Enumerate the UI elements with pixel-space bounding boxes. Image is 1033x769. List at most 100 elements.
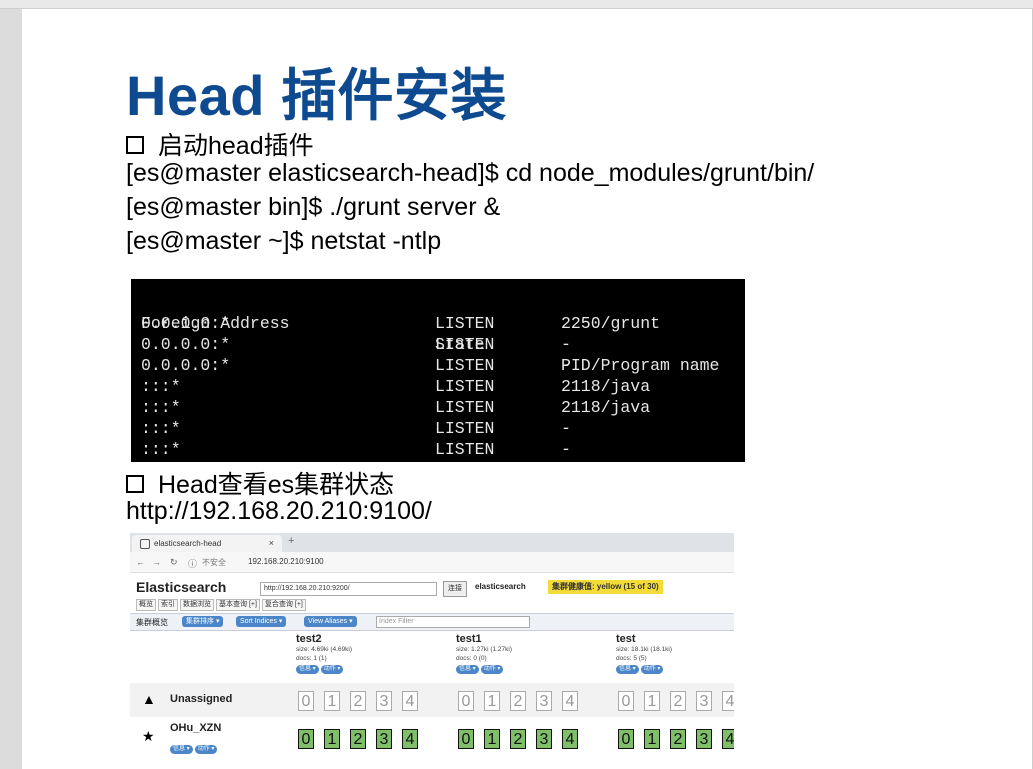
assigned-shard[interactable]: 2 [350,729,366,749]
index-info-button[interactable]: 信息 ▾ [616,665,639,674]
unassigned-shard[interactable]: 0 [458,691,474,711]
tab-basic-query[interactable]: 基本查询 [+] [216,599,260,611]
cluster-health-badge: 集群健康值: yellow (15 of 30) [548,580,663,594]
unassigned-shard[interactable]: 3 [696,691,712,711]
connect-url-input[interactable]: http://192.168.20.210:9200/ [260,582,437,596]
head-url: http://192.168.20.210:9100/ [126,497,432,525]
cluster-name: elasticsearch [475,582,526,591]
node-action-button[interactable]: 动作 ▾ [194,745,218,754]
unassigned-shard[interactable]: 3 [376,691,392,711]
unassigned-shard[interactable]: 2 [350,691,366,711]
tab-title: elasticsearch-head [154,539,222,548]
checkbox-square-icon [126,136,144,154]
index-size: size: 18.1ki (18.1ki) [616,646,672,653]
new-tab-button[interactable]: + [288,535,294,547]
index-action-button[interactable]: 动作 ▾ [480,665,504,674]
index-name: test [616,633,636,645]
command-line: [es@master bin]$ ./grunt server & [126,193,501,221]
app-title: Elasticsearch [136,579,227,595]
index-filter-input[interactable]: Index Filter [376,616,530,628]
browser-tab-strip: elasticsearch-head × + [130,533,734,552]
back-icon[interactable]: ← [136,557,145,567]
favicon-icon [140,539,150,549]
index-info-button[interactable]: 信息 ▾ [296,665,319,674]
assigned-shard[interactable]: 3 [696,729,712,749]
col-pid-program: PID/Program name [561,356,720,375]
reload-icon[interactable]: ↻ [170,557,178,568]
insecure-label: 不安全 [202,558,226,567]
nav-tabs: 概览 索引 数据浏览 基本查询 [+] 复合查询 [+] [136,599,308,611]
bullet-text: 启动head插件 [158,132,314,160]
unassigned-shard[interactable]: 4 [562,691,578,711]
node-info-button[interactable]: 信息 ▾ [170,745,193,754]
index-name: test2 [296,633,322,645]
bullet-start-head: 启动head插件 [126,126,314,162]
warning-icon: ▲ [142,691,156,707]
bullet-text: Head查看es集群状态 [158,471,395,499]
unassigned-shard[interactable]: 1 [484,691,500,711]
tab-complex-query[interactable]: 复合查询 [+] [261,599,306,611]
assigned-shard[interactable]: 3 [536,729,552,749]
unassigned-shard[interactable]: 0 [298,691,314,711]
assigned-shard[interactable]: 0 [458,729,474,749]
assigned-shard[interactable]: 1 [324,729,340,749]
unassigned-shard[interactable]: 2 [670,691,686,711]
bullet-head-status: Head查看es集群状态 [126,465,394,501]
assigned-shard[interactable]: 1 [484,729,500,749]
assigned-shard[interactable]: 4 [722,729,734,749]
unassigned-shard[interactable]: 1 [644,691,660,711]
slide-title: Head 插件安装 [126,64,507,127]
address-bar: ← → ↻ ⓘ 不安全 192.168.20.210:9100 [130,552,734,573]
url-field[interactable]: 192.168.20.210:9100 [248,557,324,566]
index-docs: docs: 1 (1) [296,655,327,662]
window-top-bar [0,0,1033,9]
assigned-shard[interactable]: 4 [402,729,418,749]
node-buttons: 信息 ▾ 动作 ▾ [170,737,219,755]
index-size: size: 4.69ki (4.69ki) [296,646,352,653]
tab-browser[interactable]: 数据浏览 [180,599,214,611]
unassigned-shard[interactable]: 0 [618,691,634,711]
unassigned-shard[interactable]: 2 [510,691,526,711]
unassigned-shard[interactable]: 4 [402,691,418,711]
index-header-test1: test1 size: 1.27ki (1.27ki) docs: 0 (0) … [456,633,512,674]
terminal-header: Foreign Address State PID/Program name [141,292,719,375]
slide: Head 插件安装 启动head插件 [es@master elasticsea… [22,9,1033,769]
assigned-shard[interactable]: 0 [298,729,314,749]
node-name: OHu_XZN [170,722,222,734]
index-header-test: test size: 18.1ki (18.1ki) docs: 5 (5) 信… [616,633,672,674]
terminal-output: Foreign Address State PID/Program name 0… [131,279,745,462]
browser-tab[interactable]: elasticsearch-head × [132,535,282,552]
cluster-sort-button[interactable]: 集群排序 ▾ [182,616,224,627]
index-header-test2: test2 size: 4.69ki (4.69ki) docs: 1 (1) … [296,633,352,674]
assigned-shard[interactable]: 2 [670,729,686,749]
index-size: size: 1.27ki (1.27ki) [456,646,512,653]
unassigned-shard[interactable]: 4 [722,691,734,711]
toolbar-label: 集群概览 [136,618,168,627]
info-icon[interactable]: ⓘ [188,557,197,570]
tab-overview[interactable]: 概览 [136,599,156,611]
sort-indices-button[interactable]: Sort Indices ▾ [236,616,287,627]
checkbox-square-icon [126,475,144,493]
index-info-button[interactable]: 信息 ▾ [456,665,479,674]
assigned-shard[interactable]: 1 [644,729,660,749]
assigned-shard[interactable]: 3 [376,729,392,749]
overview-toolbar: 集群概览 集群排序 ▾ Sort Indices ▾ View Aliases … [130,613,734,631]
assigned-shard[interactable]: 0 [618,729,634,749]
unassigned-shard[interactable]: 3 [536,691,552,711]
view-aliases-button[interactable]: View Aliases ▾ [304,616,357,627]
close-tab-icon[interactable]: × [269,535,274,552]
unassigned-shard[interactable]: 1 [324,691,340,711]
command-line: [es@master elasticsearch-head]$ cd node_… [126,159,815,187]
index-action-button[interactable]: 动作 ▾ [320,665,344,674]
index-docs: docs: 0 (0) [456,655,487,662]
forward-icon[interactable]: → [152,557,161,567]
index-name: test1 [456,633,482,645]
assigned-shard[interactable]: 4 [562,729,578,749]
unassigned-label: Unassigned [170,693,233,705]
index-docs: docs: 5 (5) [616,655,647,662]
tab-indices[interactable]: 索引 [158,599,178,611]
connect-button[interactable]: 连接 [443,581,467,597]
assigned-shard[interactable]: 2 [510,729,526,749]
command-line: [es@master ~]$ netstat -ntlp [126,227,442,255]
index-action-button[interactable]: 动作 ▾ [640,665,664,674]
